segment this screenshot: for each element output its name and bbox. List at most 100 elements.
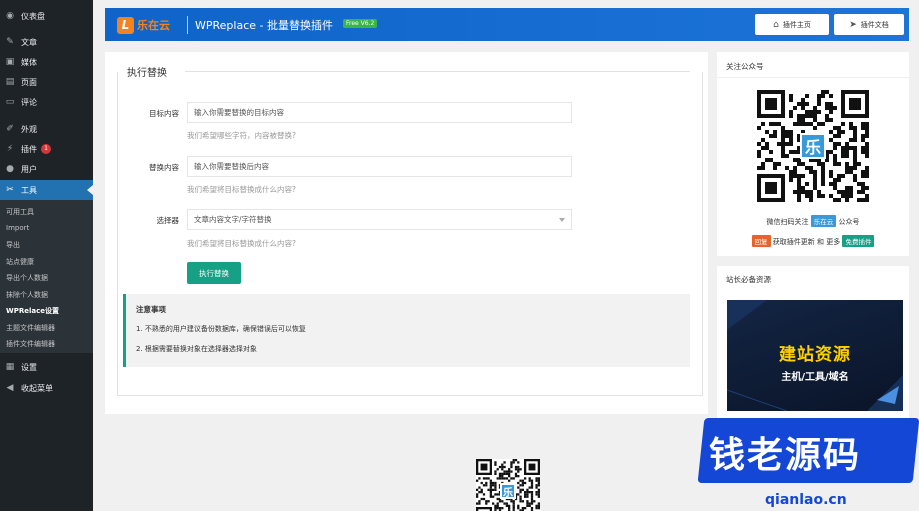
page-title: WPReplace - 批量替换插件 [195, 19, 333, 32]
banner-title: 建站资源 [779, 345, 851, 365]
plugin-header: L 乐在云 WPReplace - 批量替换插件 Free V6.2 ⌂ 插件主… [105, 8, 909, 41]
sidebar-item-comments[interactable]: ▭ 评论 [0, 92, 93, 112]
replace-content-label: 替换内容 [149, 163, 179, 172]
replace-content-placeholder: 输入你需要替换后内容 [194, 162, 269, 171]
qr-logo: 乐 [800, 133, 826, 159]
comment-icon: ▭ [5, 97, 15, 107]
resource-card-title: 站长必备资源 [726, 275, 771, 284]
selector-help: 我们希望将目标替换成什么内容? [187, 239, 296, 248]
update-count-badge: 1 [41, 144, 51, 154]
sidebar-item-label: 收起菜单 [21, 383, 53, 393]
plugin-docs-label: 插件文档 [860, 20, 889, 29]
section-title-rule [185, 71, 690, 72]
sidebar-item-media[interactable]: ▣ 媒体 [0, 52, 93, 72]
header-divider [187, 16, 188, 34]
home-icon: ⌂ [773, 19, 779, 30]
sidebar-item-label: 页面 [21, 77, 37, 87]
plugin-home-button[interactable]: ⌂ 插件主页 [755, 14, 829, 35]
replace-content-help: 我们希望将目标替换成什么内容? [187, 185, 296, 194]
reply-tag: 回复 [751, 235, 771, 247]
sidebar-item-users[interactable]: ● 用户 [0, 159, 93, 179]
wechat-card-title: 关注公众号 [726, 62, 764, 71]
notice-title: 注意事项 [136, 305, 166, 314]
wechat-card: 关注公众号 乐 微信扫码关注 乐在云 公众号 回复 获取插件更新 和 更多 免费… [717, 52, 909, 256]
qr-logo: 乐 [500, 483, 516, 499]
sidebar-item-label: 设置 [21, 362, 37, 372]
sidebar-collapse-menu[interactable]: ◀ 收起菜单 [0, 378, 93, 398]
replace-panel: 执行替换 目标内容 输入你需要替换的目标内容 我们希望哪些字符，内容被替换? 替… [105, 52, 708, 414]
sidebar-item-label: 用户 [21, 164, 37, 174]
scan-caption: 微信扫码关注 乐在云 公众号 [717, 215, 909, 227]
selector-value: 文章内容文字/字符替换 [194, 215, 272, 224]
sidebar-item-appearance[interactable]: ✐ 外观 [0, 119, 93, 139]
sidebar-item-posts[interactable]: ✎ 文章 [0, 32, 93, 52]
target-content-placeholder: 输入你需要替换的目标内容 [194, 108, 284, 117]
sidebar-item-tools[interactable]: ✂ 工具 [0, 180, 93, 200]
sidebar-item-label: 插件 [21, 144, 37, 154]
submenu-item-erase-personal-data[interactable]: 抹除个人数据 [6, 290, 48, 300]
target-content-input[interactable]: 输入你需要替换的目标内容 [187, 102, 572, 123]
media-icon: ▣ [5, 57, 15, 67]
tools-submenu: 可用工具 Import 导出 站点健康 导出个人数据 抹除个人数据 WPRela… [0, 200, 93, 353]
sidebar-item-label: 媒体 [21, 57, 37, 67]
resource-banner[interactable]: 建站资源 主机/工具/域名 [727, 300, 903, 411]
sidebar-item-dashboard[interactable]: ◉ 仪表盘 [0, 6, 93, 26]
footer-qr-code: 乐 [476, 459, 540, 511]
dashboard-icon: ◉ [6, 11, 14, 21]
sidebar-item-plugins[interactable]: ⚡ 插件 1 [0, 139, 93, 159]
admin-sidebar: ◉ 仪表盘 ✎ 文章 ▣ 媒体 ▤ 页面 ▭ 评论 ✐ 外观 ⚡ 插件 1 ● … [0, 0, 93, 511]
watermark-url: qianlao.cn [765, 492, 847, 508]
notice-item: 2. 根据需要替换对象在选择器选择对象 [136, 345, 257, 353]
sidebar-item-settings[interactable]: ▦ 设置 [0, 357, 93, 377]
version-badge: Free V6.2 [343, 19, 378, 28]
selector-dropdown[interactable]: 文章内容文字/字符替换 [187, 209, 572, 230]
target-content-help: 我们希望哪些字符，内容被替换? [187, 131, 296, 140]
send-icon: ➤ [849, 19, 857, 30]
submenu-item-wprelace-settings[interactable]: WPRelace设置 [6, 306, 59, 316]
perk-caption: 回复 获取插件更新 和 更多 免费插件 [717, 235, 909, 247]
page-icon: ▤ [5, 77, 15, 87]
submenu-item-site-health[interactable]: 站点健康 [6, 257, 34, 267]
submenu-item-export[interactable]: 导出 [6, 240, 20, 250]
watermark-overlay: 钱老源码 [697, 418, 919, 488]
perk-text: 获取插件更新 和 更多 [772, 238, 841, 246]
scan-suffix: 公众号 [838, 218, 860, 226]
card-divider [717, 77, 909, 78]
selector-label: 选择器 [156, 216, 180, 225]
notice-item: 1. 不熟悉的用户建议备份数据库，确保错误后可以恢复 [136, 325, 306, 333]
logo-mark: L [117, 16, 134, 34]
brush-icon: ✐ [6, 124, 14, 134]
banner-subtitle: 主机/工具/域名 [781, 372, 849, 383]
watermark-text: 钱老源码 [709, 435, 862, 476]
sidebar-item-label: 文章 [21, 37, 37, 47]
sidebar-item-label: 仪表盘 [21, 11, 45, 21]
pin-icon: ✎ [6, 37, 14, 47]
submenu-item-available-tools[interactable]: 可用工具 [6, 207, 34, 217]
sidebar-item-label: 工具 [21, 185, 37, 195]
section-title: 执行替换 [127, 68, 167, 79]
free-plugin-badge: 免费插件 [842, 235, 875, 247]
scan-prefix: 微信扫码关注 [766, 218, 809, 226]
collapse-icon: ◀ [6, 383, 14, 393]
brand-tag: 乐在云 [810, 215, 837, 227]
sidebar-item-label: 外观 [21, 124, 37, 134]
submenu-item-import[interactable]: Import [6, 224, 29, 232]
target-content-label: 目标内容 [149, 109, 179, 118]
user-icon: ● [6, 164, 14, 174]
sidebar-item-pages[interactable]: ▤ 页面 [0, 72, 93, 92]
wrench-icon: ✂ [6, 185, 14, 195]
notice-box: 注意事项 1. 不熟悉的用户建议备份数据库，确保错误后可以恢复 2. 根据需要替… [123, 294, 690, 367]
execute-replace-button[interactable]: 执行替换 [187, 262, 241, 284]
plugin-icon: ⚡ [6, 144, 14, 154]
plugin-docs-button[interactable]: ➤ 插件文档 [834, 14, 904, 35]
logo-text: 乐在云 [137, 19, 170, 32]
replace-content-input[interactable]: 输入你需要替换后内容 [187, 156, 572, 177]
settings-icon: ▦ [5, 362, 15, 372]
plugin-home-label: 插件主页 [782, 20, 811, 29]
submenu-item-theme-editor[interactable]: 主题文件编辑器 [6, 323, 55, 333]
submenu-item-export-personal-data[interactable]: 导出个人数据 [6, 273, 48, 283]
brand-logo: L 乐在云 [117, 16, 170, 34]
wechat-qr-code: 乐 [757, 90, 869, 202]
submenu-item-plugin-editor[interactable]: 插件文件编辑器 [6, 339, 55, 349]
sidebar-item-label: 评论 [21, 97, 37, 107]
